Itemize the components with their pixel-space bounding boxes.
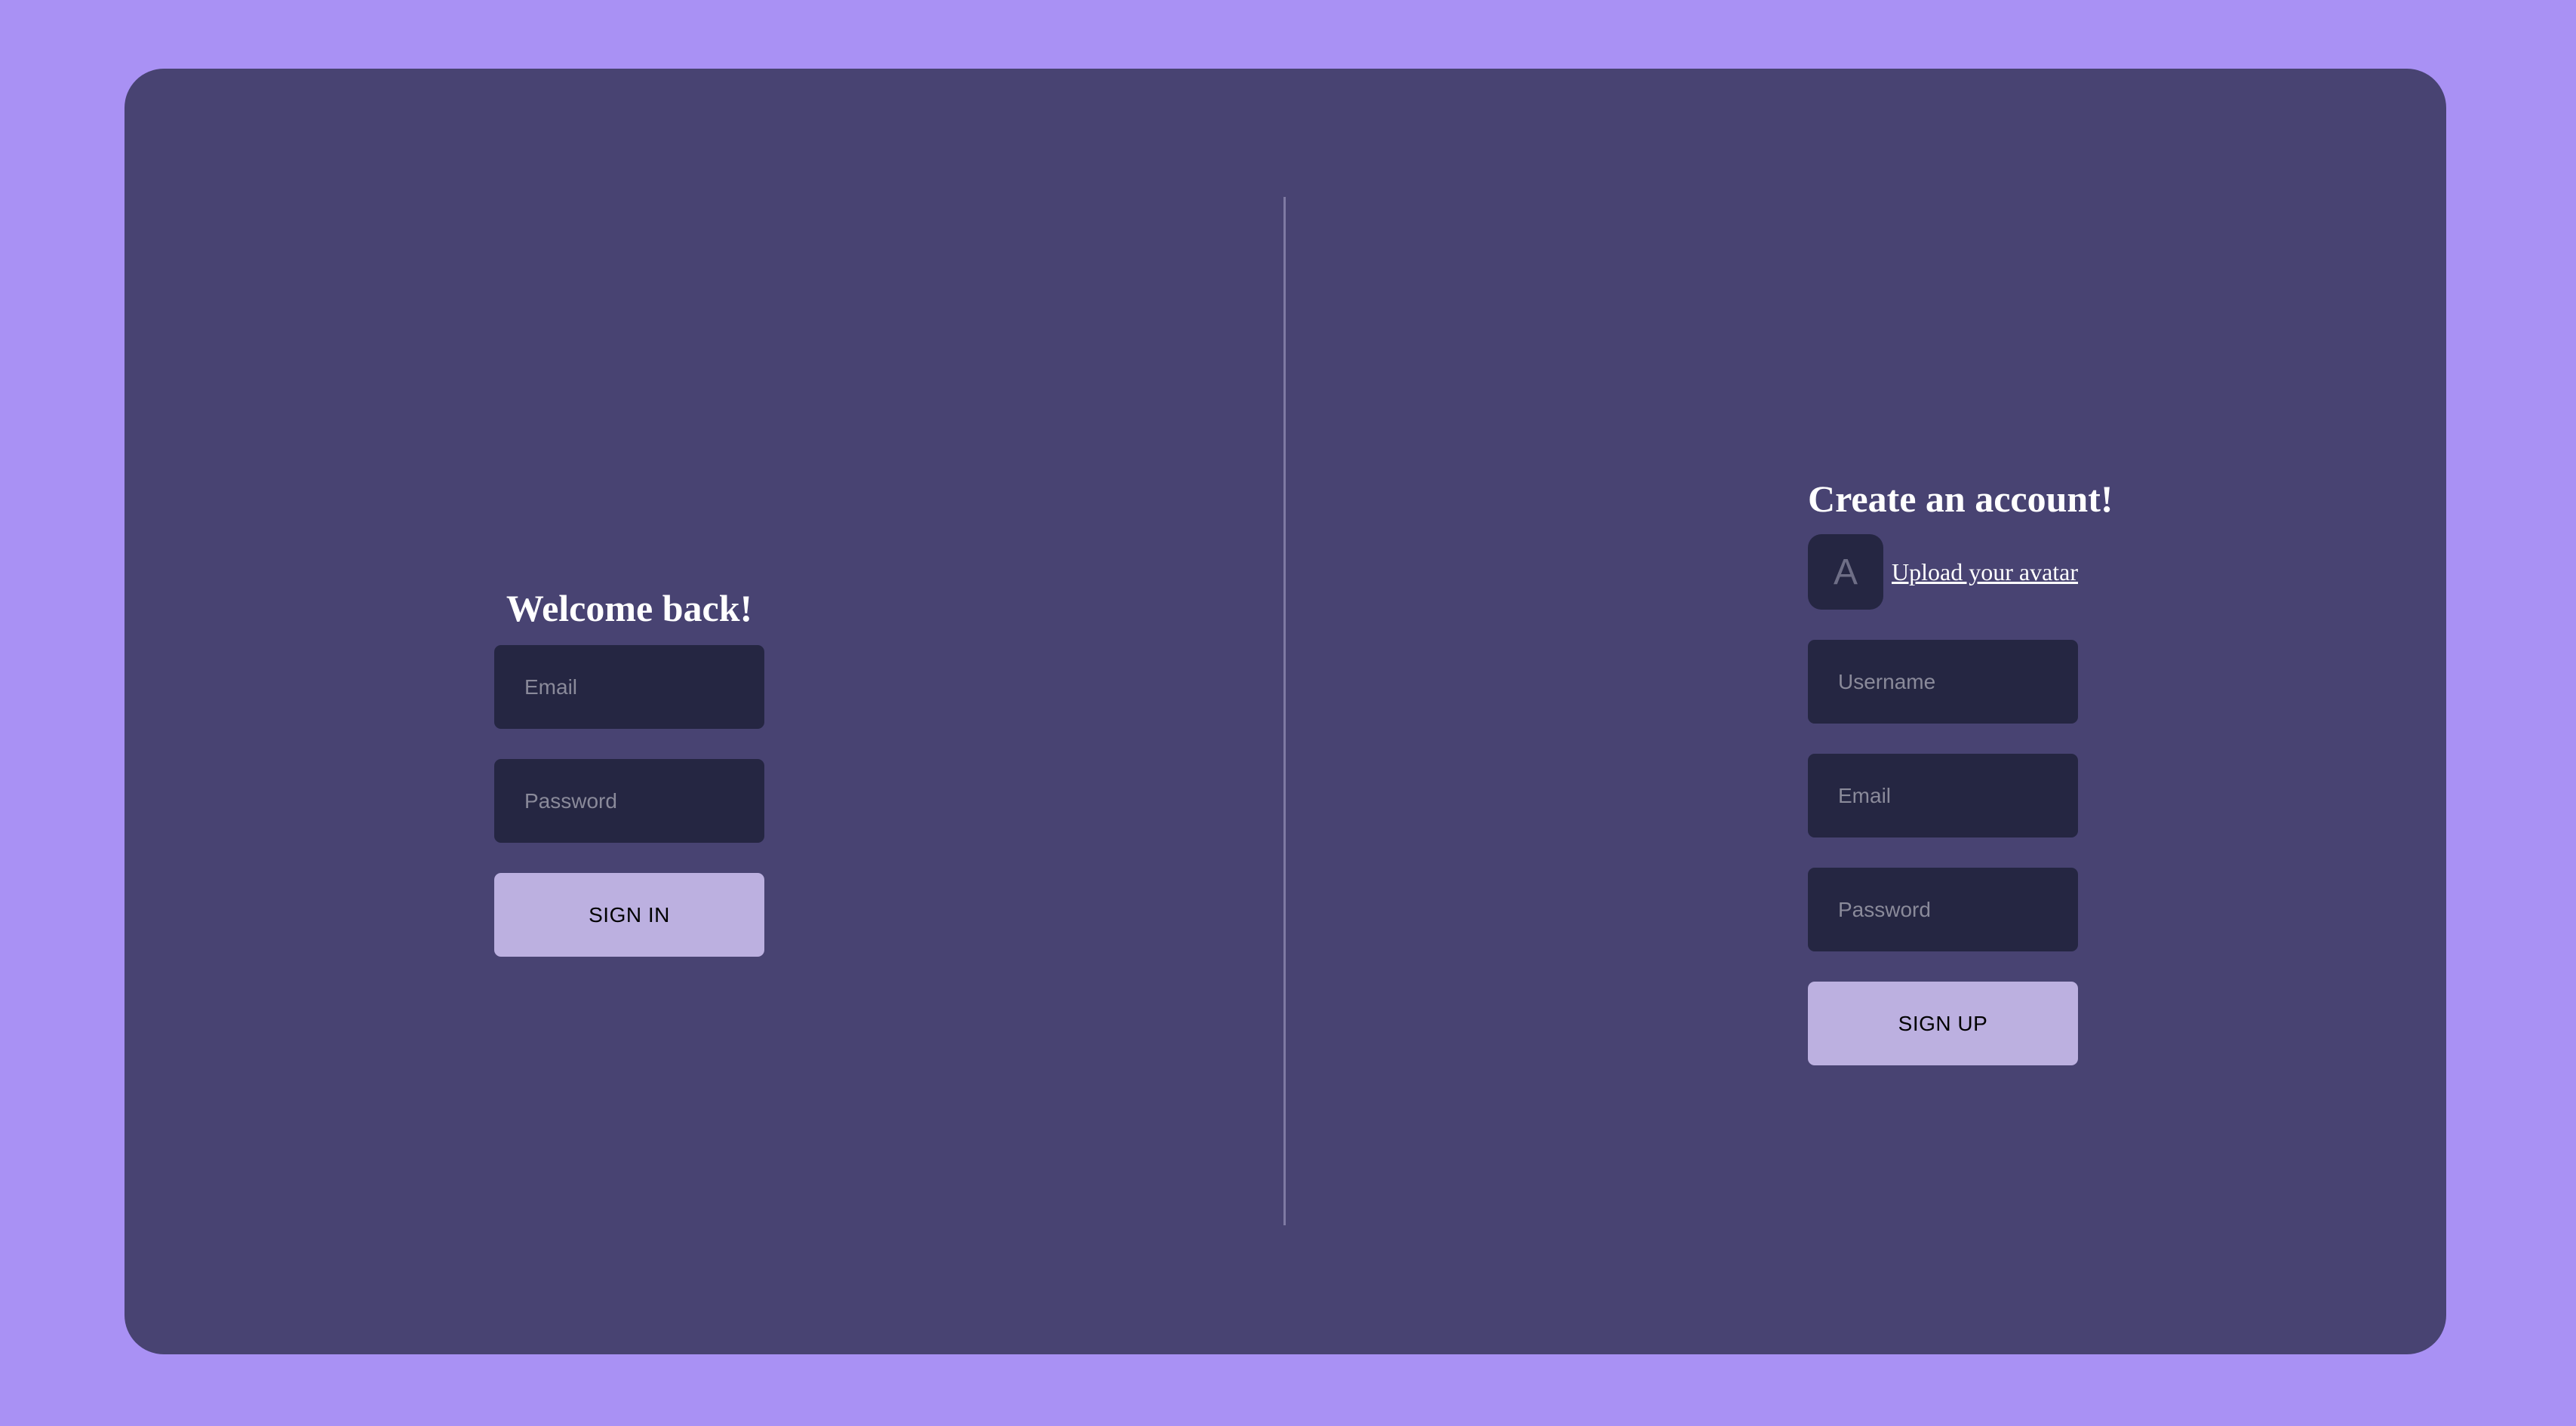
signup-password-input[interactable]: [1808, 868, 2078, 951]
avatar-placeholder[interactable]: A: [1808, 534, 1883, 610]
auth-panel: Welcome back! SIGN IN Create an account!…: [124, 69, 2446, 1354]
signup-email-input[interactable]: [1808, 754, 2078, 837]
login-email-input[interactable]: [494, 645, 764, 729]
avatar-row: A Upload your avatar: [1808, 534, 2078, 610]
sign-in-button[interactable]: SIGN IN: [494, 873, 764, 957]
signup-title: Create an account!: [1808, 478, 2113, 520]
upload-avatar-link[interactable]: Upload your avatar: [1892, 558, 2078, 586]
login-password-input[interactable]: [494, 759, 764, 843]
signup-form: Create an account! A Upload your avatar …: [1808, 472, 2113, 1065]
signup-username-input[interactable]: [1808, 640, 2078, 724]
sign-up-button[interactable]: SIGN UP: [1808, 982, 2078, 1065]
vertical-divider: [1283, 197, 1286, 1225]
login-form: Welcome back! SIGN IN: [494, 582, 764, 957]
login-title: Welcome back!: [506, 587, 753, 629]
